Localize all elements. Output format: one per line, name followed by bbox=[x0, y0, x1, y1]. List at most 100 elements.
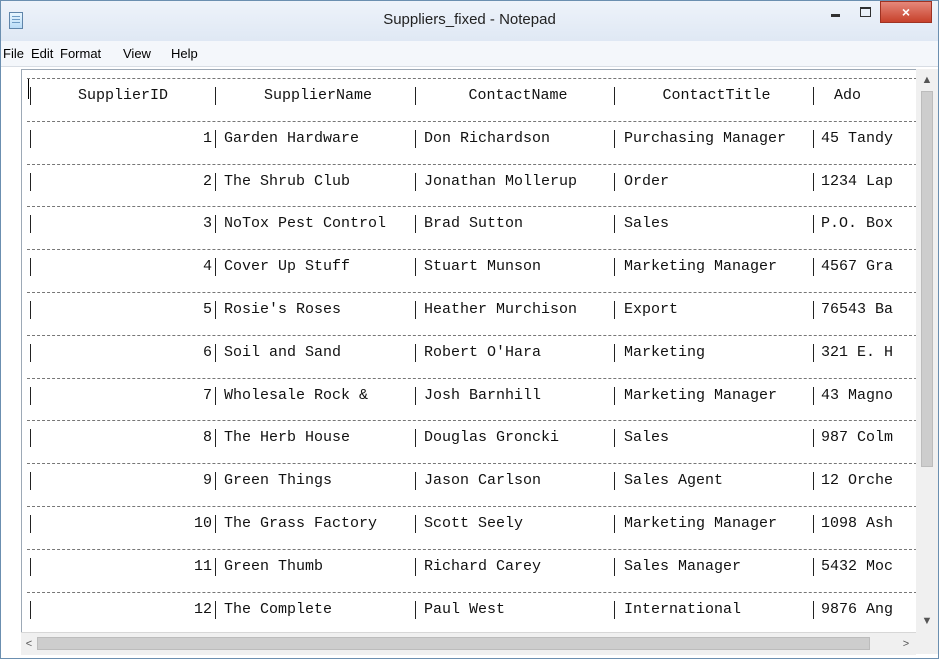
table-cell: 11 bbox=[193, 557, 212, 575]
column-separator bbox=[614, 429, 615, 448]
column-separator bbox=[813, 515, 814, 533]
column-separator bbox=[215, 129, 216, 148]
table-cell: 5432 Moc bbox=[821, 557, 894, 575]
column-separator bbox=[813, 557, 814, 576]
column-separator bbox=[415, 557, 416, 576]
vertical-scroll-thumb[interactable] bbox=[921, 91, 933, 467]
table-cell: Green Things bbox=[224, 472, 333, 490]
scroll-down-icon[interactable]: ▼ bbox=[920, 614, 934, 628]
horizontal-scrollbar[interactable]: < > bbox=[21, 632, 916, 655]
table-header-cell: ContactName bbox=[468, 87, 568, 104]
window-title: Suppliers_fixed - Notepad bbox=[383, 11, 556, 28]
column-separator bbox=[415, 129, 416, 148]
table-cell: Wholesale Rock & bbox=[224, 386, 369, 404]
table-cell: 76543 Ba bbox=[821, 301, 894, 318]
table-cell: P.O. Box bbox=[821, 215, 894, 233]
column-separator bbox=[215, 343, 216, 362]
table-cell: 987 Colm bbox=[821, 429, 894, 447]
close-icon: × bbox=[901, 4, 911, 20]
maximize-button[interactable] bbox=[850, 1, 880, 23]
table-cell: The Herb House bbox=[224, 429, 351, 447]
table-cell: 45 Tandy bbox=[821, 129, 894, 147]
column-separator bbox=[30, 429, 31, 448]
column-separator bbox=[813, 429, 814, 448]
column-separator bbox=[30, 600, 31, 619]
column-separator bbox=[30, 386, 31, 405]
table-cell: 1098 Ash bbox=[821, 515, 894, 532]
table-cell: 1234 Lap bbox=[821, 172, 894, 190]
scroll-up-icon[interactable]: ▲ bbox=[920, 73, 934, 87]
table-cell: 4567 Gra bbox=[821, 258, 894, 276]
column-separator bbox=[415, 215, 416, 234]
table-cell: Sales Agent bbox=[624, 472, 724, 490]
column-separator bbox=[215, 472, 216, 491]
table-cell: Sales Manager bbox=[624, 557, 742, 575]
menu-view[interactable]: View bbox=[123, 46, 151, 61]
menu-help[interactable]: Help bbox=[171, 46, 198, 61]
column-separator bbox=[215, 258, 216, 277]
table-cell: The Shrub Club bbox=[224, 172, 351, 190]
column-separator bbox=[813, 301, 814, 319]
column-separator bbox=[614, 515, 615, 533]
column-separator bbox=[30, 557, 31, 576]
table-cell: 12 bbox=[193, 600, 212, 618]
menu-edit[interactable]: Edit bbox=[31, 46, 53, 61]
column-separator bbox=[614, 129, 615, 148]
horizontal-scroll-thumb[interactable] bbox=[37, 637, 870, 650]
title-bar[interactable]: Suppliers_fixed - Notepad × bbox=[1, 1, 938, 41]
column-separator bbox=[813, 472, 814, 491]
table-cell: 3 bbox=[202, 215, 212, 233]
table-cell: NoTox Pest Control bbox=[224, 215, 387, 233]
column-separator bbox=[30, 215, 31, 234]
minimize-icon bbox=[830, 13, 840, 17]
scroll-left-icon[interactable]: < bbox=[22, 637, 36, 651]
table-header-cell: Ado bbox=[834, 87, 862, 104]
dashed-separator bbox=[27, 334, 917, 336]
column-separator bbox=[813, 172, 814, 191]
column-separator bbox=[614, 600, 615, 619]
table-cell: Paul West bbox=[424, 600, 506, 618]
text-cursor bbox=[28, 79, 29, 99]
menu-file[interactable]: File bbox=[3, 46, 24, 61]
column-separator bbox=[415, 386, 416, 405]
table-cell: 2 bbox=[202, 172, 212, 190]
table-cell: 12 Orche bbox=[821, 472, 894, 490]
menu-bar: File Edit Format View Help bbox=[1, 41, 938, 67]
dashed-separator bbox=[27, 377, 917, 379]
dashed-separator bbox=[27, 206, 917, 208]
column-separator bbox=[813, 129, 814, 148]
table-cell: 1 bbox=[202, 129, 212, 147]
close-button[interactable]: × bbox=[880, 1, 932, 23]
table-cell: Rosie's Roses bbox=[224, 301, 342, 318]
table-cell: 7 bbox=[202, 386, 212, 404]
table-cell: Marketing Manager bbox=[624, 515, 778, 532]
scroll-right-icon[interactable]: > bbox=[899, 637, 913, 651]
vertical-scrollbar[interactable]: ▲ ▼ bbox=[916, 69, 938, 632]
column-separator bbox=[215, 386, 216, 405]
menu-format[interactable]: Format bbox=[60, 46, 101, 61]
column-separator bbox=[614, 172, 615, 191]
column-separator bbox=[415, 343, 416, 362]
dashed-separator bbox=[27, 78, 917, 79]
column-separator bbox=[813, 258, 814, 277]
dashed-separator bbox=[27, 120, 917, 122]
minimize-button[interactable] bbox=[820, 1, 850, 23]
table-cell: 321 E. H bbox=[821, 343, 894, 361]
table-cell: Garden Hardware bbox=[224, 129, 360, 147]
column-separator bbox=[415, 515, 416, 533]
table-cell: International bbox=[624, 600, 742, 618]
table-cell: Don Richardson bbox=[424, 129, 551, 147]
column-separator bbox=[415, 172, 416, 191]
table-cell: Marketing bbox=[624, 343, 706, 361]
table-cell: Brad Sutton bbox=[424, 215, 524, 233]
column-separator bbox=[30, 301, 31, 319]
maximize-icon bbox=[859, 7, 871, 17]
table-cell: Order bbox=[624, 172, 670, 190]
resize-grip[interactable] bbox=[916, 632, 938, 654]
text-editor-area[interactable]: SupplierID SupplierName ContactName Contact… bbox=[21, 69, 917, 633]
table-cell: Marketing Manager bbox=[624, 386, 778, 404]
column-separator bbox=[614, 386, 615, 405]
table-cell: 43 Magno bbox=[821, 386, 894, 404]
column-separator bbox=[813, 87, 814, 105]
table-cell: Josh Barnhill bbox=[424, 386, 542, 404]
